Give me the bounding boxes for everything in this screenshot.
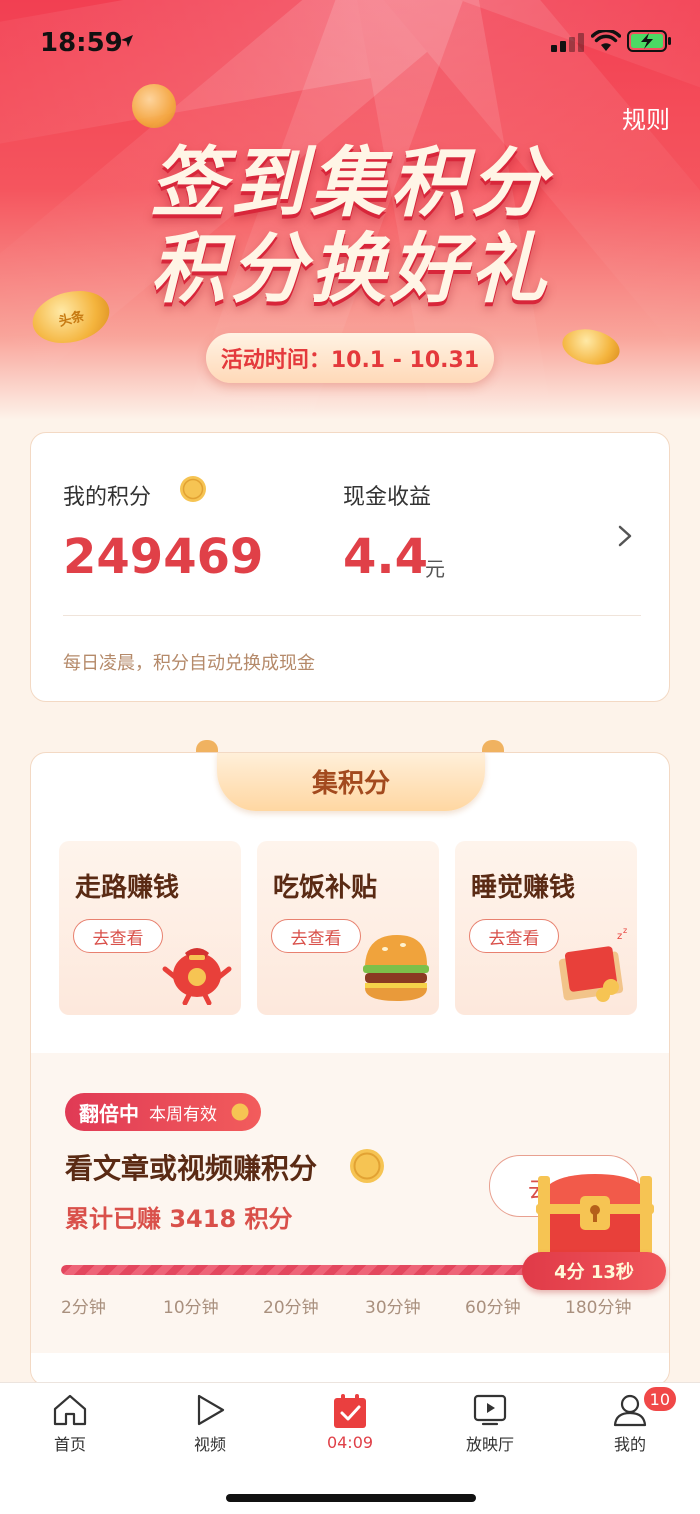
chevron-right-icon[interactable] bbox=[615, 525, 635, 547]
auto-exchange-note: 每日凌晨，积分自动兑换成现金 bbox=[63, 653, 315, 674]
activity-period: 活动时间：10.1 - 10.31 bbox=[206, 333, 494, 383]
view-button[interactable]: 去查看 bbox=[73, 919, 163, 953]
tab-label: 放映厅 bbox=[465, 1435, 514, 1454]
tab-video[interactable]: 视频 bbox=[160, 1393, 260, 1463]
progress-tick: 60分钟 bbox=[465, 1298, 521, 1318]
badge-main-text: 翻倍中 bbox=[79, 1101, 139, 1126]
home-icon bbox=[53, 1394, 87, 1426]
progress-tick: 20分钟 bbox=[263, 1298, 319, 1318]
view-button[interactable]: 去查看 bbox=[271, 919, 361, 953]
badge-sub-text: 本周有效 bbox=[149, 1104, 217, 1125]
coin-icon bbox=[231, 1103, 249, 1121]
double-points-badge: 翻倍中 本周有效 bbox=[65, 1093, 261, 1131]
tab-mine[interactable]: 我的 10 bbox=[580, 1385, 680, 1463]
task-meal-subsidy[interactable]: 吃饭补贴 去查看 bbox=[257, 841, 439, 1015]
progress-tick: 2分钟 bbox=[61, 1298, 106, 1318]
points-card[interactable]: 我的积分 249469 现金收益 4.4 元 每日凌晨，积分自动兑换成现金 bbox=[30, 432, 670, 702]
location-arrow-icon bbox=[121, 35, 133, 47]
task-sleep-earn[interactable]: 睡觉赚钱 去查看 z z bbox=[455, 841, 637, 1015]
tab-theater[interactable]: 放映厅 bbox=[440, 1393, 540, 1463]
coin-icon bbox=[350, 1149, 384, 1183]
svg-text:z: z bbox=[623, 926, 627, 935]
status-bar: 18:59 bbox=[0, 0, 700, 84]
calendar-check-icon bbox=[334, 1394, 366, 1428]
cash-income-value: 4.4 bbox=[343, 529, 429, 585]
task-title: 走路赚钱 bbox=[75, 873, 180, 903]
tab-label: 04:09 bbox=[326, 1433, 374, 1452]
chest-timer[interactable]: 4分 13秒 bbox=[522, 1252, 666, 1290]
hero-title-line-1: 签到集积分 bbox=[150, 138, 550, 227]
my-points-value: 249469 bbox=[63, 529, 264, 585]
hero-title: 签到集积分 积分换好礼 bbox=[0, 140, 700, 312]
home-indicator[interactable] bbox=[226, 1494, 476, 1502]
progress-tick: 180分钟 bbox=[565, 1298, 632, 1318]
decor-coin-icon bbox=[132, 84, 176, 128]
read-earn-title: 看文章或视频赚积分 bbox=[65, 1152, 318, 1185]
task-title: 睡觉赚钱 bbox=[471, 873, 576, 903]
status-time: 18:59 bbox=[40, 28, 123, 58]
cash-unit: 元 bbox=[425, 557, 445, 581]
rules-link[interactable]: 规则 bbox=[622, 100, 670, 135]
tab-label: 我的 bbox=[613, 1435, 646, 1454]
svg-text:z: z bbox=[617, 931, 622, 942]
tab-checkin[interactable]: 04:09 bbox=[300, 1393, 400, 1463]
tab-home[interactable]: 首页 bbox=[20, 1393, 120, 1463]
hero-title-line-2: 积分换好礼 bbox=[150, 224, 550, 313]
cash-income-label: 现金收益 bbox=[343, 485, 432, 510]
notification-badge: 10 bbox=[641, 1385, 678, 1413]
tab-label: 视频 bbox=[193, 1435, 226, 1454]
task-walk-earn[interactable]: 走路赚钱 去查看 bbox=[59, 841, 241, 1015]
tab-label: 首页 bbox=[53, 1435, 86, 1454]
decor-coin-icon bbox=[559, 324, 623, 370]
play-icon bbox=[197, 1394, 225, 1426]
red-envelope-icon: z z bbox=[558, 926, 627, 1002]
cellular-signal-icon bbox=[551, 33, 584, 52]
my-points-label: 我的积分 bbox=[63, 485, 152, 510]
lucky-bag-icon bbox=[162, 948, 232, 1005]
earned-points: 累计已赚 3418 积分 bbox=[65, 1205, 293, 1233]
view-button[interactable]: 去查看 bbox=[469, 919, 559, 953]
task-title: 吃饭补贴 bbox=[273, 873, 378, 903]
progress-tick: 10分钟 bbox=[163, 1298, 219, 1318]
tv-play-icon bbox=[473, 1394, 507, 1426]
collect-points-card: 集积分 走路赚钱 去查看 吃饭补贴 去查看 睡觉赚钱 去查看 z z 翻倍中 本… bbox=[30, 752, 670, 1386]
section-title: 集积分 bbox=[217, 753, 485, 811]
burger-icon bbox=[363, 935, 429, 1001]
wifi-icon bbox=[591, 30, 621, 51]
divider bbox=[63, 615, 641, 616]
hero-banner: 头条 18:59 规则 签到集积分 积分换好礼 活动时间：10.1 - 10.3… bbox=[0, 0, 700, 420]
coin-icon bbox=[180, 476, 206, 502]
progress-tick: 30分钟 bbox=[365, 1298, 421, 1318]
treasure-chest-icon[interactable] bbox=[528, 1166, 662, 1262]
battery-charging-icon bbox=[627, 30, 671, 52]
